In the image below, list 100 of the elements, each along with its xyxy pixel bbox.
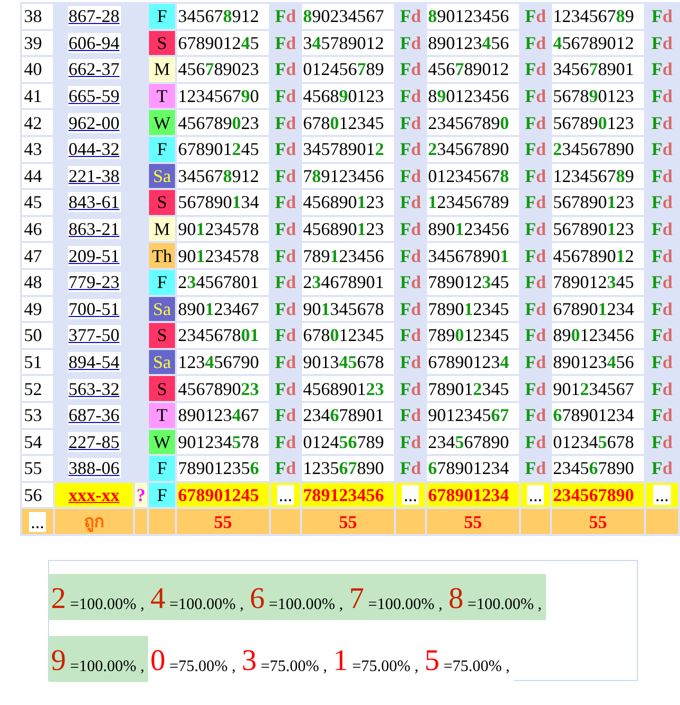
number-cell: 123456790 [177,350,269,374]
digit-stat: 8=100.00% , [446,574,546,620]
number-cell: 789012345 [552,270,644,295]
fd-label: Fd [524,405,546,426]
code-link[interactable]: 209-51 [68,246,120,266]
fd-label: Fd [274,432,296,452]
correct-label: ถูก [84,512,104,532]
row-number: 43 [22,136,53,162]
number-cell: 456789023 [177,110,269,135]
more-button[interactable]: ... [653,484,671,505]
number-cell: 789012356 [177,456,269,481]
day-cell: Sa [149,296,175,322]
number-cell: 567890123 [552,84,644,108]
fd-label: Fd [274,139,296,160]
number-cell: 345678912 [177,164,269,188]
code-link[interactable]: 687-36 [68,405,120,426]
code-link[interactable]: 227-85 [68,432,120,452]
fd-label: Fd [524,166,546,186]
number-cell: 123567890 [302,456,394,481]
number-cell: 901234567 [552,376,644,401]
number-cell: 012345678 [552,430,644,454]
number-cell: 567890123 [552,110,644,135]
row-number: 50 [22,323,53,348]
day-cell: F [149,4,175,29]
code-link[interactable]: 843-61 [68,192,120,212]
number-cell: 901345678 [302,296,394,322]
number-cell: 678901234 [427,456,519,481]
fd-label: Fd [524,378,546,399]
count-cell: 55 [427,509,519,534]
number-cell: 234567890 [427,110,519,135]
code-link[interactable]: 221-38 [68,166,120,186]
number-cell: 234567801 [177,270,269,295]
row-number: 55 [22,456,53,481]
fd-label: Fd [274,405,296,426]
code-link[interactable]: 700-51 [68,298,120,319]
day-cell: T [149,402,175,428]
code-link[interactable]: 894-54 [68,352,120,372]
fd-label: Fd [651,6,672,26]
fd-label: Fd [651,192,672,212]
day-cell: F [149,270,175,295]
code-link[interactable]: 867-28 [68,6,120,26]
row-number: 39 [22,30,53,56]
fd-label: Fd [274,59,296,80]
fd-label: Fd [274,166,296,186]
number-cell: 345678901 [427,243,519,268]
code-link[interactable]: 863-21 [68,219,120,240]
number-cell: 678901245 [177,30,269,56]
code-link[interactable]: 665-59 [68,86,120,106]
day-cell: W [149,110,175,135]
row-number: 41 [22,84,53,108]
fd-label: Fd [651,298,672,319]
code-link[interactable]: 388-06 [68,458,120,478]
code-link[interactable]: 962-00 [68,112,120,133]
fd-label: Fd [651,272,672,292]
code-link[interactable]: 606-94 [68,32,120,53]
number-cell: 012345678 [427,164,519,188]
code-link[interactable]: 377-50 [68,325,120,346]
fd-label: Fd [651,352,672,372]
number-cell: 901234578 [177,430,269,454]
day-cell: F [149,136,175,162]
fd-label: Fd [524,432,546,452]
row-number: 45 [22,190,53,215]
number-cell: 890123467 [177,296,269,322]
fd-label: Fd [524,458,546,478]
fd-label: Fd [400,6,421,26]
day-cell: M [149,57,175,82]
fd-label: Fd [400,246,421,266]
number-cell: 123456789 [427,190,519,215]
number-cell: 345789012 [302,30,394,56]
fd-label: Fd [651,432,672,452]
fd-label: Fd [524,32,546,53]
number-cell: 789012345 [427,270,519,295]
fd-label: Fd [651,219,672,240]
number-cell: 012456789 [302,430,394,454]
fd-label: Fd [651,405,672,426]
day-cell: M [149,216,175,242]
fd-label: Fd [274,352,296,372]
fd-label: Fd [524,112,546,133]
code-link[interactable]: 044-32 [68,139,120,160]
number-cell: 678901234 [552,296,644,322]
more-button[interactable]: ... [402,484,420,505]
more-button[interactable]: ... [526,484,544,505]
code-link[interactable]: 779-23 [68,272,120,292]
fd-label: Fd [524,6,546,26]
number-cell: 890123467 [177,402,269,428]
row-number: 44 [22,164,53,188]
more-button[interactable]: ... [28,512,46,532]
number-cell: 234567890 [552,136,644,162]
more-button[interactable]: ... [276,484,294,505]
code-link[interactable]: 563-32 [68,378,120,399]
unknown-mark: ? [135,482,147,508]
code-link[interactable]: 662-37 [68,59,120,80]
fd-label: Fd [651,458,672,478]
fd-label: Fd [651,166,672,186]
number-cell: 234567890 [427,136,519,162]
row-number: 51 [22,350,53,374]
fd-label: Fd [524,139,546,160]
fd-label: Fd [274,86,296,106]
day-cell: S [149,30,175,56]
number-cell: 789123456 [302,482,394,508]
